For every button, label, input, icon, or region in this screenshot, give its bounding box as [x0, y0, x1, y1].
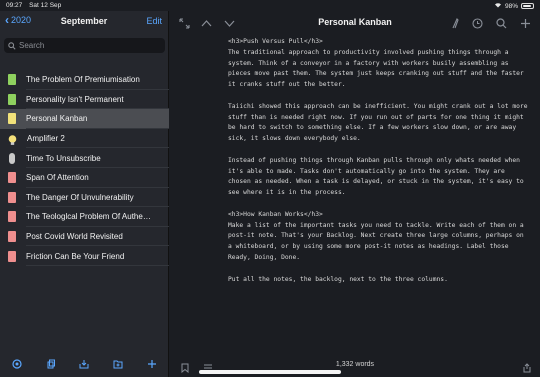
list-item[interactable]: The Problem Of Premiumisation: [0, 70, 169, 90]
list-item-title: Personal Kanban: [26, 114, 88, 124]
list-item-title: Time To Unsubscribe: [26, 153, 101, 163]
red-note-icon: [8, 191, 16, 203]
wifi-icon: [494, 2, 502, 10]
home-indicator[interactable]: [199, 370, 341, 374]
status-left: 09:27 Sat 12 Sep: [6, 2, 66, 9]
sidebar-title: September: [60, 16, 108, 26]
lightbulb-icon: [8, 133, 17, 145]
list-item[interactable]: Amplifier 2: [0, 129, 169, 149]
sidebar: ‹ 2020 September Edit The Problem Of Pre…: [0, 11, 169, 377]
status-date: Sat 12 Sep: [29, 2, 62, 9]
inbox-icon[interactable]: [79, 356, 89, 374]
list-item-title: The Teologlcal Problem Of Authentic...: [26, 212, 154, 222]
yellow-note-icon: [8, 113, 16, 125]
text-editor[interactable]: <h3>Push Versus Pull</h3> The traditiona…: [228, 37, 528, 285]
search-icon: [8, 37, 16, 55]
editor-toolbar: Personal Kanban: [170, 11, 540, 33]
status-bar: 09:27 Sat 12 Sep 98%: [0, 0, 540, 11]
list-item[interactable]: Span Of Attention: [0, 168, 169, 188]
settings-icon[interactable]: [12, 356, 22, 374]
edit-button[interactable]: Edit: [146, 16, 162, 26]
green-note-icon: [8, 93, 16, 105]
microphone-icon: [9, 152, 15, 164]
battery-percent: 98%: [504, 2, 518, 10]
list-item-title: Personality Isn't Permanent: [26, 94, 124, 104]
list-item[interactable]: Friction Can Be Your Friend: [0, 246, 169, 266]
status-right: 98%: [494, 2, 534, 10]
document-title: Personal Kanban: [318, 17, 392, 27]
list-item-title: The Danger Of Unvulnerability: [26, 192, 134, 202]
red-note-icon: [8, 231, 16, 243]
new-folder-icon[interactable]: [113, 356, 123, 374]
search-input[interactable]: [19, 41, 159, 50]
add-icon[interactable]: [520, 16, 531, 34]
green-note-icon: [8, 74, 16, 86]
list-item-title: The Problem Of Premiumisation: [26, 75, 140, 85]
red-note-icon: [8, 172, 16, 184]
red-note-icon: [8, 250, 16, 262]
list-item[interactable]: Personality Isn't Permanent: [0, 90, 169, 110]
search-icon[interactable]: [496, 16, 507, 34]
editor-paragraph: <h3>How Kanban Works</h3> Make a list of…: [228, 210, 524, 261]
share-copy-icon[interactable]: [46, 356, 56, 374]
share-icon[interactable]: [522, 360, 532, 377]
list-item[interactable]: The Teologlcal Problem Of Authentic...: [0, 207, 169, 227]
editor-pane: Personal Kanban <h3>Push Versus Pull</h3…: [170, 11, 540, 377]
search-bar[interactable]: [4, 38, 165, 53]
list-item[interactable]: The Danger Of Unvulnerability: [0, 188, 169, 208]
list-item-title: Amplifier 2: [27, 134, 65, 144]
battery-icon: [521, 3, 534, 9]
red-note-icon: [8, 211, 16, 223]
word-count[interactable]: 1,332 words: [170, 361, 540, 368]
sidebar-header: ‹ 2020 September Edit: [0, 11, 168, 33]
editor-paragraph: Taiichi showed this approach can be inef…: [228, 102, 528, 143]
list-item-title: Friction Can Be Your Friend: [26, 251, 125, 261]
add-icon[interactable]: [147, 356, 157, 374]
editor-paragraph: <h3>Push Versus Pull</h3> The traditiona…: [228, 38, 524, 89]
list-item-selected[interactable]: Personal Kanban: [0, 109, 169, 129]
editor-paragraph: Put all the notes, the backlog, next to …: [228, 275, 448, 283]
editor-paragraph: Instead of pushing things through Kanban…: [228, 156, 524, 197]
note-list: The Problem Of Premiumisation Personalit…: [0, 70, 169, 266]
list-item[interactable]: Post Covid World Revisited: [0, 227, 169, 247]
sidebar-toolbar: [0, 353, 169, 377]
typewriter-icon[interactable]: [450, 16, 461, 34]
status-time: 09:27: [6, 2, 23, 9]
list-item-title: Span Of Attention: [26, 173, 89, 183]
list-item-title: Post Covid World Revisited: [26, 232, 123, 242]
list-item[interactable]: Time To Unsubscribe: [0, 148, 169, 168]
clock-icon[interactable]: [472, 16, 483, 34]
